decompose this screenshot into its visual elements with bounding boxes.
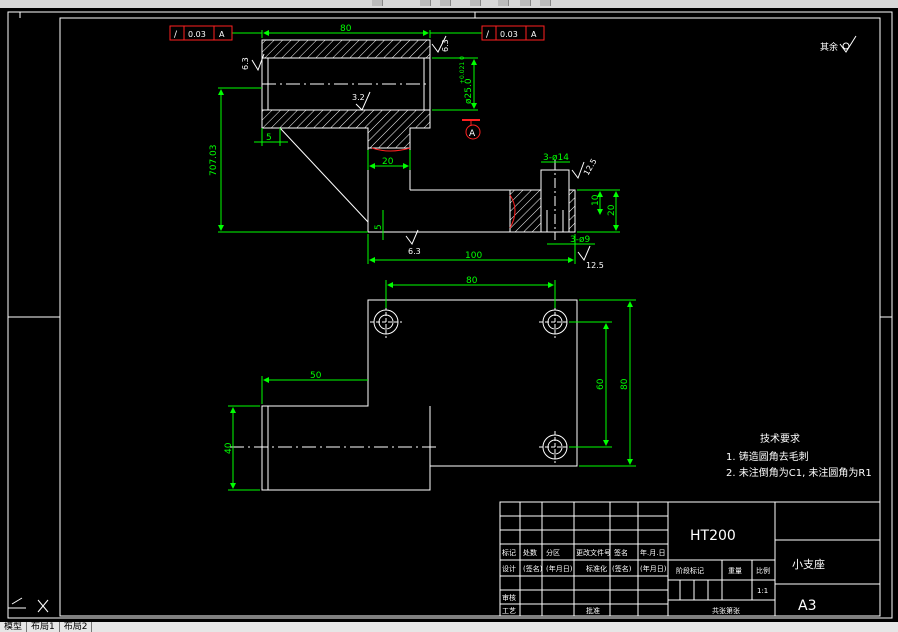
- rough-left: 6.3: [241, 57, 250, 70]
- dim-step: 20: [382, 157, 394, 167]
- tab-model[interactable]: 模型: [0, 622, 28, 632]
- tol-right-symbol: /: [486, 30, 490, 40]
- toolbar-icon[interactable]: [520, 0, 531, 6]
- top-view: [230, 299, 578, 491]
- dim-front-height: 707.03: [209, 145, 219, 177]
- title-h-date: 年.月.日: [640, 548, 665, 557]
- title-h-signed: (签名): [523, 564, 543, 573]
- title-sheet-size: A3: [798, 598, 816, 614]
- notes-line2: 2. 未注倒角为C1, 未注圆角为R1: [726, 466, 872, 479]
- tab-layout2[interactable]: 布局2: [60, 622, 93, 632]
- dim-five-v: 5: [374, 224, 384, 230]
- title-block-text: HT200 小支座 A3 1:1 标记 处数 分区 更改文件号 签名 年.月.日…: [502, 528, 825, 615]
- tol-right-datum: A: [531, 30, 537, 39]
- tab-layout1[interactable]: 布局1: [27, 622, 60, 632]
- dim-top-view-left: 50: [310, 371, 322, 381]
- toolbar-icon[interactable]: [498, 0, 509, 6]
- technical-notes: 技术要求 1. 铸造圆角去毛刺 2. 未注倒角为C1, 未注圆角为R1: [726, 432, 872, 479]
- datum-label: A: [469, 129, 476, 139]
- toolbar-icon[interactable]: [540, 0, 551, 6]
- title-h-signed2: (签名): [612, 564, 632, 573]
- cad-drawing[interactable]: 其余 80 707.03 ø25.0 +0.021 0 5 20 5 100 1…: [0, 8, 898, 622]
- toolbar-icon[interactable]: [470, 0, 481, 6]
- roughness-other: 其余: [820, 35, 857, 53]
- rough-inner: 3.2: [352, 93, 365, 102]
- title-h-approve: 批准: [586, 606, 600, 615]
- ucs-icon: [7, 590, 49, 613]
- toolbar-icon[interactable]: [440, 0, 451, 6]
- tol-left-symbol: /: [174, 30, 178, 40]
- title-h-std: 标准化: [586, 564, 607, 573]
- rough-bottom: 6.3: [408, 247, 421, 256]
- dim-front-top: 80: [340, 24, 352, 34]
- title-h-sheets: 共张第张: [712, 606, 740, 615]
- tol-left-value: 0.03: [188, 30, 206, 39]
- title-h-dated2: (年月日): [640, 564, 667, 573]
- notes-title: 技术要求: [760, 432, 800, 445]
- dim-twenty: 20: [607, 204, 617, 216]
- title-h-zone: 分区: [546, 548, 560, 557]
- tol-right-value: 0.03: [500, 30, 518, 39]
- rough-hole: 12.5: [582, 157, 599, 177]
- dim-bore-tol: +0.021 0: [459, 56, 466, 84]
- dim-total: 100: [465, 251, 482, 261]
- top-dimension-text: 80 50 60 80 40: [224, 276, 630, 454]
- notes-line1: 1. 铸造圆角去毛刺: [726, 450, 809, 463]
- title-h-review: 审核: [502, 593, 516, 602]
- title-part-name: 小支座: [792, 557, 825, 571]
- rough-top: 6.3: [441, 39, 450, 52]
- toolbar-strip: [0, 0, 898, 8]
- tolerance-frame-left: / 0.03 A: [169, 25, 233, 41]
- dim-top-view-forty: 40: [224, 442, 234, 454]
- title-h-docno: 更改文件号: [576, 548, 611, 557]
- title-h-dated: (年月日): [546, 564, 573, 573]
- toolbar-icon[interactable]: [420, 0, 431, 6]
- dim-five-h: 5: [266, 133, 272, 143]
- dim-top-view-sixty: 60: [596, 378, 606, 390]
- rough-hole-bottom: 12.5: [586, 261, 604, 270]
- top-dimensions: [228, 280, 636, 491]
- roughness-other-label: 其余: [820, 41, 838, 53]
- tolerance-frame-right: / 0.03 A: [481, 25, 545, 41]
- toolbar-icon[interactable]: [372, 0, 383, 6]
- dim-hole: 3-ø14: [543, 153, 569, 163]
- layout-tabs: 模型 布局1 布局2: [0, 622, 898, 632]
- title-h-sign: 签名: [614, 548, 628, 557]
- dim-ten: 10: [591, 194, 601, 206]
- title-h-design: 设计: [502, 564, 516, 573]
- title-scale: 1:1: [757, 587, 768, 595]
- title-h-mark: 标记: [502, 548, 516, 557]
- datum-marker: A: [462, 119, 481, 140]
- title-h-process: 工艺: [502, 607, 516, 615]
- front-view: [261, 39, 576, 240]
- dim-hole-small: 3-ø9: [570, 235, 590, 245]
- title-material: HT200: [690, 528, 736, 544]
- title-h-weight: 重量: [728, 567, 742, 575]
- title-h-stage: 阶段标记: [676, 566, 704, 575]
- tol-left-datum: A: [219, 30, 225, 39]
- dim-top-view-top: 80: [466, 276, 478, 286]
- title-h-count: 处数: [523, 548, 537, 557]
- drawing-frame: [7, 11, 893, 619]
- dim-top-view-eighty: 80: [620, 378, 630, 390]
- title-h-scale: 比例: [756, 566, 770, 575]
